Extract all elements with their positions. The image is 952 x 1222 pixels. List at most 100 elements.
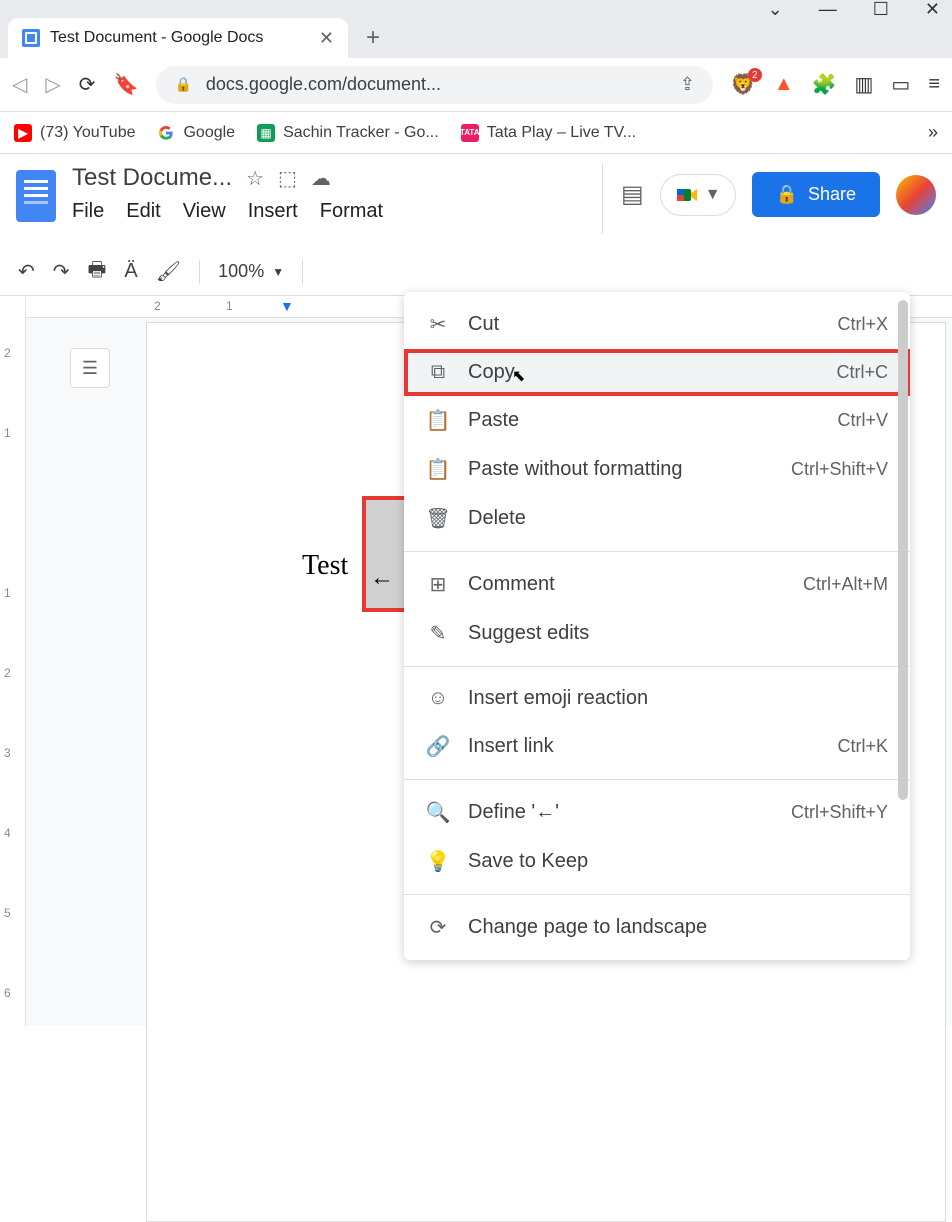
- zoom-select[interactable]: 100% ▼: [218, 261, 284, 282]
- bookmark-icon[interactable]: 🔖: [114, 72, 139, 97]
- context-menu-shortcut: Ctrl+X: [837, 314, 888, 335]
- paint-format-icon[interactable]: 🖌: [156, 259, 181, 284]
- docs-header: Test Docume... ☆ ⬚ ☁ File Edit View Inse…: [0, 154, 952, 248]
- cloud-status-icon[interactable]: ☁: [311, 166, 331, 191]
- extensions-icon[interactable]: 🧩: [812, 72, 837, 97]
- sidepanel-icon[interactable]: ▥: [855, 72, 874, 97]
- context-menu-link[interactable]: 🔗 Insert link Ctrl+K: [404, 722, 910, 771]
- window-close-icon[interactable]: ✕: [925, 0, 940, 20]
- cut-icon: ✂: [426, 312, 450, 337]
- new-tab-button[interactable]: +: [366, 24, 380, 52]
- delete-icon: 🗑: [426, 506, 450, 531]
- browser-chrome: ⌄ — ☐ ✕ Test Document - Google Docs ✕ +: [0, 0, 952, 58]
- nav-back-icon[interactable]: ◁: [12, 72, 27, 97]
- context-menu-shortcut: Ctrl+V: [837, 410, 888, 431]
- context-menu-label: Insert link: [468, 735, 819, 758]
- move-icon[interactable]: ⬚: [278, 166, 297, 191]
- bookmark-sheets[interactable]: ▦ Sachin Tracker - Go...: [257, 124, 439, 142]
- context-menu-label: Change page to landscape: [468, 916, 870, 939]
- undo-icon[interactable]: ↶: [18, 259, 35, 284]
- paste-plain-icon: 📋: [426, 457, 450, 482]
- indent-marker-icon[interactable]: ▼: [280, 298, 294, 314]
- chevron-down-icon: ▼: [705, 186, 721, 204]
- avatar[interactable]: [896, 175, 936, 215]
- context-menu-keep[interactable]: 💡Save to Keep: [404, 837, 910, 886]
- scrollbar[interactable]: [898, 300, 908, 800]
- redo-icon[interactable]: ↷: [53, 259, 70, 284]
- docs-favicon-icon: [22, 29, 40, 47]
- bookmark-tata[interactable]: TATA Tata Play – Live TV...: [461, 124, 636, 142]
- context-menu-landscape[interactable]: ⟳Change page to landscape: [404, 903, 910, 952]
- browser-tab[interactable]: Test Document - Google Docs ✕: [8, 18, 348, 58]
- link-icon: 🔗: [426, 734, 450, 759]
- context-menu-paste[interactable]: 📋 Paste Ctrl+V: [404, 396, 910, 445]
- docs-logo-icon[interactable]: [16, 170, 56, 222]
- context-menu-label: Suggest edits: [468, 622, 870, 645]
- context-menu-label: Paste without formatting: [468, 458, 773, 481]
- spellcheck-icon[interactable]: Ä: [124, 260, 137, 283]
- share-url-icon[interactable]: ⇪: [680, 74, 695, 95]
- bookmark-google[interactable]: Google: [157, 124, 235, 142]
- menu-edit[interactable]: Edit: [126, 200, 160, 223]
- context-menu-shortcut: Ctrl+Shift+V: [791, 459, 888, 480]
- menu-icon[interactable]: ≡: [928, 73, 940, 96]
- share-button[interactable]: 🔒 Share: [752, 172, 880, 217]
- context-menu-label: Insert emoji reaction: [468, 687, 870, 710]
- context-menu-comment[interactable]: ⊞CommentCtrl+Alt+M: [404, 560, 910, 609]
- outline-toggle-button[interactable]: ☰: [70, 348, 110, 388]
- context-menu-define[interactable]: 🔍Define '←'Ctrl+Shift+Y: [404, 788, 910, 837]
- window-minimize-icon[interactable]: —: [819, 0, 837, 20]
- lock-icon: 🔒: [174, 76, 191, 93]
- separator: [199, 260, 200, 284]
- window-dropdown-icon[interactable]: ⌄: [768, 0, 783, 20]
- context-menu-separator: [404, 551, 910, 552]
- suggest-icon: ✎: [426, 621, 450, 646]
- context-menu-shortcut: Ctrl+K: [837, 736, 888, 757]
- url-input[interactable]: 🔒 docs.google.com/document... ⇪: [156, 66, 712, 104]
- emoji-icon: ☺: [426, 687, 450, 710]
- menu-file[interactable]: File: [72, 200, 104, 223]
- menu-insert[interactable]: Insert: [248, 200, 298, 223]
- star-icon[interactable]: ☆: [246, 166, 264, 191]
- paste-icon: 📋: [426, 408, 450, 433]
- document-text: Test: [302, 550, 348, 582]
- toolbar: ↶ ↷ 🖶 Ä 🖌 100% ▼: [0, 248, 952, 296]
- meet-button[interactable]: ▼: [660, 174, 736, 216]
- print-icon[interactable]: 🖶: [88, 255, 107, 289]
- copy-icon: ⧉: [426, 361, 450, 384]
- menu-view[interactable]: View: [183, 200, 226, 223]
- context-menu-paste-plain[interactable]: 📋 Paste without formatting Ctrl+Shift+V: [404, 445, 910, 494]
- menu-format[interactable]: Format: [320, 200, 383, 223]
- nav-reload-icon[interactable]: ⟳: [79, 72, 96, 97]
- arrow-character: ←: [370, 564, 394, 592]
- context-menu-separator: [404, 894, 910, 895]
- context-menu-copy[interactable]: ⧉CopyCtrl+C: [404, 349, 910, 396]
- context-menu-label: Cut: [468, 313, 819, 336]
- vertical-ruler: 2 1 1 2 3 4 5 6: [0, 296, 26, 1026]
- context-menu-shortcut: Ctrl+C: [836, 362, 888, 383]
- menu-bar: File Edit View Insert Format: [72, 200, 584, 223]
- brave-shield-icon[interactable]: 🦁2: [731, 72, 756, 97]
- tab-close-icon[interactable]: ✕: [319, 28, 334, 49]
- context-menu-label: Paste: [468, 409, 819, 432]
- bookmarks-overflow-icon[interactable]: »: [928, 122, 938, 143]
- define-icon: 🔍: [426, 800, 450, 825]
- wallet-icon[interactable]: ▭: [891, 72, 910, 97]
- context-menu-cut[interactable]: ✂ Cut Ctrl+X: [404, 300, 910, 349]
- comments-icon[interactable]: ▤: [621, 180, 644, 209]
- lock-icon: 🔒: [776, 184, 798, 205]
- window-maximize-icon[interactable]: ☐: [873, 0, 889, 20]
- context-menu-label: Define '←': [468, 801, 773, 824]
- bookmark-youtube[interactable]: ▶ (73) YouTube: [14, 124, 135, 142]
- context-menu-suggest[interactable]: ✎ Suggest edits: [404, 609, 910, 658]
- document-title[interactable]: Test Docume...: [72, 164, 232, 192]
- chevron-down-icon: ▼: [272, 265, 284, 279]
- context-menu-emoji[interactable]: ☺ Insert emoji reaction: [404, 675, 910, 722]
- context-menu-label: Comment: [468, 573, 785, 596]
- context-menu-shortcut: Ctrl+Alt+M: [803, 574, 888, 595]
- brave-logo-icon[interactable]: ▲: [774, 73, 794, 96]
- window-controls: ⌄ — ☐ ✕: [0, 0, 952, 18]
- context-menu-label: Save to Keep: [468, 850, 870, 873]
- url-bar: ◁ ▷ ⟳ 🔖 🔒 docs.google.com/document... ⇪ …: [0, 58, 952, 112]
- context-menu-delete[interactable]: 🗑Delete: [404, 494, 910, 543]
